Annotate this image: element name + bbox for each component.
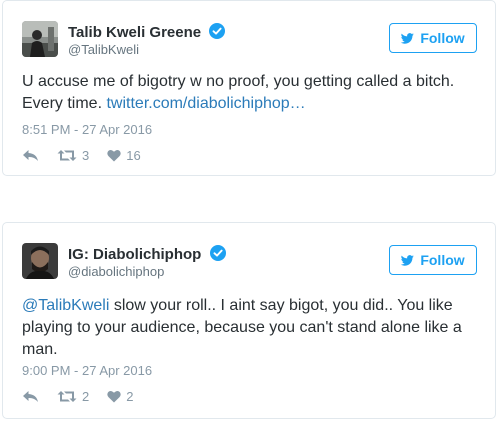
reply-icon — [23, 391, 38, 402]
timestamp[interactable]: 8:51 PM - 27 Apr 2016 — [22, 122, 152, 137]
heart-icon — [107, 149, 121, 162]
like-button[interactable]: 2 — [107, 389, 133, 404]
tweet-card: IG: Diabolichiphop @diabolichiphop Follo… — [2, 222, 496, 419]
like-count: 2 — [126, 389, 134, 404]
follow-button[interactable]: Follow — [389, 245, 477, 275]
reply-icon — [23, 150, 38, 161]
tweet-actions: 3 16 — [22, 148, 159, 163]
follow-button[interactable]: Follow — [389, 23, 477, 53]
display-name-text: Talib Kweli Greene — [68, 24, 202, 41]
retweet-icon — [57, 150, 77, 161]
retweet-button[interactable]: 2 — [57, 389, 89, 404]
twitter-bird-icon — [401, 32, 415, 44]
twitter-bird-icon — [401, 254, 415, 266]
retweet-icon — [57, 391, 77, 402]
mention-link[interactable]: @TalibKweli — [22, 297, 109, 314]
tweet-link[interactable]: twitter.com/diabolichiphop… — [106, 95, 305, 112]
user-handle[interactable]: @TalibKweli — [68, 42, 139, 57]
avatar[interactable] — [22, 243, 58, 279]
avatar[interactable] — [22, 21, 58, 57]
avatar-photo-icon — [22, 21, 58, 57]
tweet-card: Talib Kweli Greene @TalibKweli Follow U … — [2, 0, 496, 176]
display-name[interactable]: Talib Kweli Greene — [68, 23, 226, 41]
retweet-count: 2 — [82, 389, 90, 404]
reply-button[interactable] — [22, 149, 39, 162]
timestamp[interactable]: 9:00 PM - 27 Apr 2016 — [22, 363, 152, 378]
like-button[interactable]: 16 — [107, 148, 141, 163]
retweet-button[interactable]: 3 — [57, 148, 89, 163]
like-count: 16 — [126, 148, 141, 163]
tweet-text: @TalibKweli slow your roll.. I aint say … — [22, 295, 482, 361]
reply-button[interactable] — [22, 390, 39, 403]
verified-badge-icon — [209, 23, 226, 39]
tweet-text: U accuse me of bigotry w no proof, you g… — [22, 71, 482, 115]
display-name[interactable]: IG: Diabolichiphop — [68, 245, 226, 263]
user-handle[interactable]: @diabolichiphop — [68, 264, 164, 279]
retweet-count: 3 — [82, 148, 90, 163]
verified-badge-icon — [209, 245, 226, 261]
follow-label: Follow — [420, 30, 465, 46]
follow-label: Follow — [420, 252, 465, 268]
avatar-photo-icon — [22, 243, 58, 279]
tweet-actions: 2 2 — [22, 389, 151, 404]
heart-icon — [107, 390, 121, 403]
display-name-text: IG: Diabolichiphop — [68, 246, 202, 263]
